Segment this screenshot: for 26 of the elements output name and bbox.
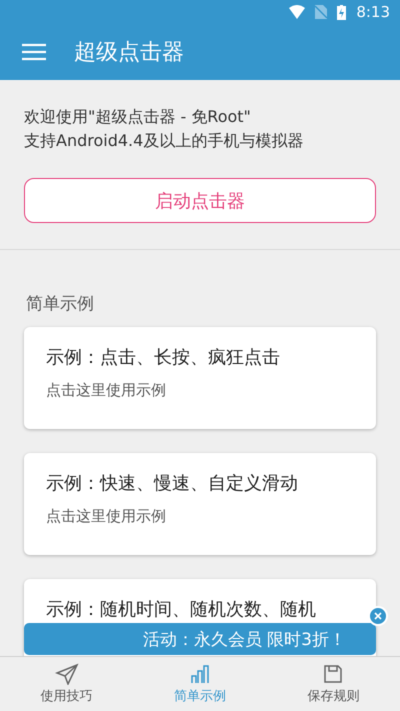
save-icon bbox=[322, 663, 344, 685]
example-title: 示例：随机时间、随机次数、随机 bbox=[46, 598, 317, 621]
bar-chart-icon bbox=[188, 663, 211, 685]
menu-icon[interactable] bbox=[22, 43, 46, 61]
section-title: 简单示例 bbox=[25, 293, 95, 316]
intro-text: 欢迎使用"超级点击器 - 免Root" bbox=[24, 106, 252, 128]
example-title: 示例：点击、长按、疯狂点击 bbox=[46, 346, 281, 369]
intro-text: 支持Android4.4及以上的手机与模拟器 bbox=[24, 130, 304, 152]
nav-tab[interactable]: 使用技巧 bbox=[0, 657, 134, 711]
nav-tab[interactable]: 保存规则 bbox=[266, 657, 400, 711]
example-subtitle: 点击这里使用示例 bbox=[46, 381, 167, 400]
example-title: 示例：快速、慢速、自定义滑动 bbox=[46, 472, 299, 495]
status-time: 8:13 bbox=[356, 3, 390, 21]
example-card[interactable]: 示例：点击、长按、疯狂点击 点击这里使用示例 bbox=[24, 327, 376, 429]
example-card[interactable]: 示例：快速、慢速、自定义滑动 点击这里使用示例 bbox=[24, 453, 376, 555]
send-icon bbox=[54, 663, 79, 685]
battery-charging-icon bbox=[337, 4, 346, 20]
close-button[interactable] bbox=[368, 606, 388, 626]
no-sim-icon bbox=[315, 5, 328, 19]
close-icon bbox=[374, 612, 382, 620]
wifi-icon bbox=[289, 5, 306, 19]
app-title: 超级点击器 bbox=[74, 39, 184, 67]
promo-text: 活动：永久会员 限时3折！ bbox=[142, 628, 346, 650]
start-button[interactable]: 启动点击器 bbox=[24, 178, 376, 223]
promo-toast[interactable]: 活动：永久会员 限时3折！ bbox=[24, 623, 376, 655]
example-subtitle: 点击这里使用示例 bbox=[46, 507, 167, 526]
